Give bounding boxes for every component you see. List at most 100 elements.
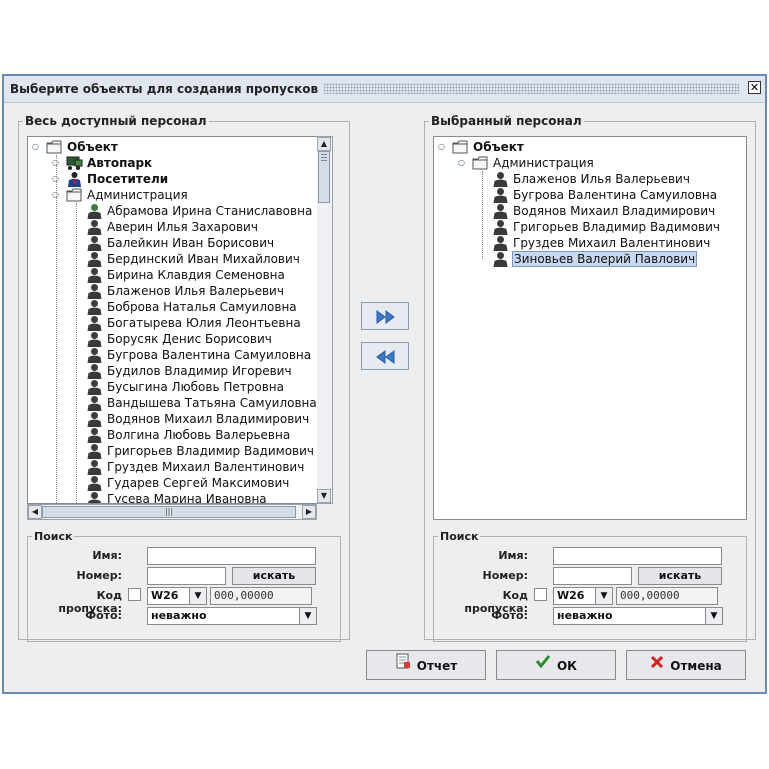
pass-type-value: W26 [151, 589, 179, 602]
tree-person[interactable]: Бугрова Валентина Самуиловна [86, 347, 312, 363]
scroll-right-button[interactable]: ▶ [302, 505, 316, 519]
tree-item-label: Богатырева Юлия Леонтьевна [107, 316, 301, 330]
pass-type-select[interactable]: W26 ▼ [147, 587, 207, 605]
move-right-button[interactable] [361, 302, 409, 330]
tree-person[interactable]: Аверин Илья Захарович [86, 219, 259, 235]
pass-code-input[interactable]: 000,00000 [616, 587, 718, 605]
chevron-down-icon: ▼ [595, 588, 612, 604]
tree-item-label: Водянов Михаил Владимирович [107, 412, 310, 426]
number-label: Номер: [482, 569, 529, 582]
person-icon [86, 331, 103, 347]
tree-guide-line [76, 203, 77, 503]
tree-item-label: Администрация [87, 188, 188, 202]
name-label: Имя: [498, 549, 528, 562]
report-button[interactable]: Отчет [366, 650, 486, 680]
tree-person[interactable]: Бердинский Иван Михайлович [86, 251, 301, 267]
number-input[interactable] [147, 567, 226, 585]
tree-guide-line [56, 155, 57, 503]
person-icon [492, 235, 509, 251]
tree-person[interactable]: Волгина Любовь Валерьевна [86, 427, 291, 443]
tree-group[interactable]: Посетители [66, 171, 169, 187]
pass-code-checkbox[interactable] [534, 588, 547, 601]
pass-code-checkbox[interactable] [128, 588, 141, 601]
horizontal-scrollbar[interactable]: ◀ ||| ▶ [27, 504, 317, 520]
tree-folder[interactable]: Администрация [472, 155, 595, 171]
person-icon [86, 411, 103, 427]
red-x-icon [650, 651, 664, 679]
tree-person[interactable]: Григорьев Владимир Вадимович [492, 219, 721, 235]
tree-person[interactable]: Гударев Сергей Максимович [86, 475, 290, 491]
person-icon [86, 347, 103, 363]
pass-type-value: W26 [557, 589, 585, 602]
search-button[interactable]: искать [638, 567, 722, 585]
scroll-down-button[interactable]: ▼ [317, 489, 331, 503]
photo-value: неважно [557, 609, 613, 622]
person-icon [86, 491, 103, 503]
horizontal-scroll-thumb[interactable]: ||| [42, 506, 296, 518]
tree-person[interactable]: Бугрова Валентина Самуиловна [492, 187, 718, 203]
person-icon [86, 395, 103, 411]
scroll-up-button[interactable]: ▲ [317, 137, 331, 151]
selected-personnel-tree[interactable]: ○ Объект ○ Администрация Блаженов Илья Валер… [433, 136, 747, 520]
tree-person[interactable]: Боброва Наталья Самуиловна [86, 299, 298, 315]
tree-person[interactable]: Абрамова Ирина Станиславовна [86, 203, 313, 219]
tree-person[interactable]: Вандышева Татьяна Самуиловна [86, 395, 318, 411]
available-personnel-tree[interactable]: ○ Объект ○ Автопарк ○ Посетители ○ Администраци… [27, 136, 333, 504]
pass-type-select[interactable]: W26 ▼ [553, 587, 613, 605]
tree-item-label: Вандышева Татьяна Самуиловна [107, 396, 317, 410]
search-button[interactable]: искать [232, 567, 316, 585]
available-personnel-title: Весь доступный персонал [25, 114, 207, 128]
tree-person[interactable]: Водянов Михаил Владимирович [492, 203, 716, 219]
tree-item-label: Бусыгина Любовь Петровна [107, 380, 284, 394]
ok-button[interactable]: ОК [496, 650, 616, 680]
tree-folder[interactable]: Администрация [66, 187, 189, 203]
pass-code-input[interactable]: 000,00000 [210, 587, 312, 605]
tree-person[interactable]: Блаженов Илья Валерьевич [492, 171, 691, 187]
scroll-left-button[interactable]: ◀ [28, 505, 42, 519]
name-input[interactable] [553, 547, 722, 565]
tree-person[interactable]: Гусева Марина Ивановна [86, 491, 268, 504]
tree-person[interactable]: Борусяк Денис Борисович [86, 331, 273, 347]
handle-icon[interactable]: ○ [438, 143, 446, 151]
handle-icon[interactable]: ○ [32, 143, 40, 151]
photo-select[interactable]: неважно ▼ [553, 607, 723, 625]
person-icon [86, 443, 103, 459]
tree-item-label: Гусева Марина Ивановна [107, 492, 267, 504]
tree-person[interactable]: Григорьев Владимир Вадимович [86, 443, 315, 459]
close-button[interactable]: ✕ [748, 81, 761, 94]
tree-person[interactable]: Бусыгина Любовь Петровна [86, 379, 285, 395]
tree-person[interactable]: Блаженов Илья Валерьевич [86, 283, 285, 299]
name-input[interactable] [147, 547, 316, 565]
tree-person[interactable]: Богатырева Юлия Леонтьевна [86, 315, 302, 331]
tree-person[interactable]: Водянов Михаил Владимирович [86, 411, 310, 427]
tree-root[interactable]: Объект [46, 139, 119, 155]
vertical-scroll-thumb[interactable] [318, 151, 330, 203]
move-left-button[interactable] [361, 342, 409, 370]
handle-icon[interactable]: ○ [458, 159, 466, 167]
tree-item-label: Борусяк Денис Борисович [107, 332, 272, 346]
vertical-scrollbar[interactable]: ▲ ▼ [317, 136, 333, 504]
tree-person[interactable]: Бирина Клавдия Семеновна [86, 267, 286, 283]
tree-person[interactable]: Груздев Михаил Валентинович [492, 235, 711, 251]
folder-icon [472, 155, 489, 171]
number-input[interactable] [553, 567, 632, 585]
dialog-title: Выберите объекты для создания пропусков [10, 82, 325, 96]
tree-person[interactable]: Зиновьев Валерий Павлович [492, 251, 698, 267]
selected-personnel-title: Выбранный персонал [431, 114, 582, 128]
photo-select[interactable]: неважно ▼ [147, 607, 317, 625]
tree-root[interactable]: Объект [452, 139, 525, 155]
tree-person[interactable]: Груздев Михаил Валентинович [86, 459, 305, 475]
tree-group[interactable]: Автопарк [66, 155, 153, 171]
tree-person[interactable]: Будилов Владимир Игоревич [86, 363, 293, 379]
title-bar[interactable]: Выберите объекты для создания пропусков … [4, 76, 765, 103]
folder-icon [452, 139, 469, 155]
tree-person[interactable]: Балейкин Иван Борисович [86, 235, 275, 251]
number-label: Номер: [76, 569, 123, 582]
tree-item-label: Бердинский Иван Михайлович [107, 252, 300, 266]
person-icon [86, 427, 103, 443]
cancel-button[interactable]: Отмена [626, 650, 746, 680]
tree-item-label: Груздев Михаил Валентинович [107, 460, 305, 474]
search-group-right: Поиск Имя: Номер: искать Код пропуска: W… [433, 530, 747, 642]
dialog-window: Выберите объекты для создания пропусков … [2, 74, 767, 694]
chevron-down-icon: ▼ [705, 608, 722, 624]
